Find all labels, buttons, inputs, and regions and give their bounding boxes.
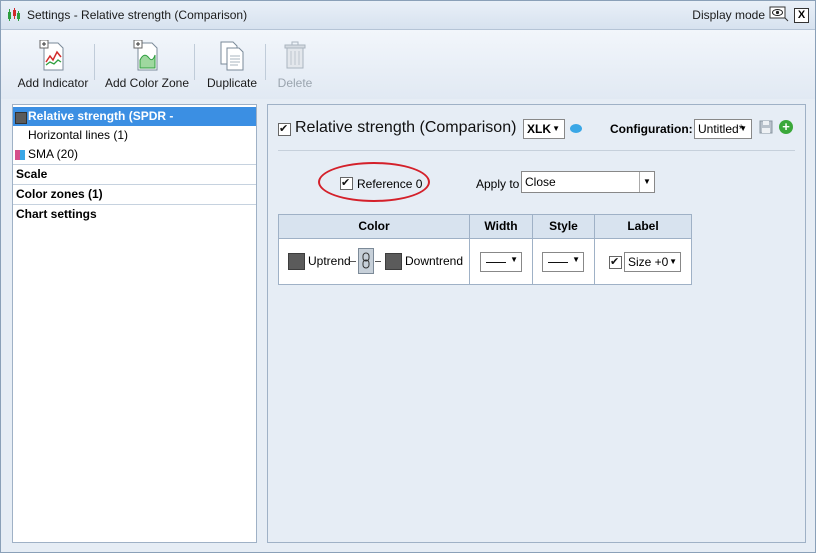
style-grid: Color Width Style Label Uptrend Downtren…	[278, 214, 692, 285]
configuration-value: Untitled*	[698, 122, 744, 136]
chevron-down-icon: ▼	[639, 172, 654, 192]
trash-icon	[284, 41, 306, 69]
line-sample	[548, 262, 568, 263]
tree-section-scale[interactable]: Scale	[13, 164, 256, 184]
chevron-down-icon: ▼	[510, 255, 518, 264]
chevron-down-icon: ▼	[552, 124, 560, 133]
style-cell: ▼	[533, 239, 595, 284]
configuration-dropdown[interactable]: Untitled* ▼	[694, 119, 752, 139]
label-cell: Size +0 ▼	[595, 239, 691, 284]
configuration-label: Configuration:	[610, 122, 693, 136]
reference-row: Reference 0	[340, 176, 423, 191]
apply-to-dropdown[interactable]: Close ▼	[521, 171, 655, 193]
tree-item-label: Horizontal lines (1)	[28, 128, 129, 142]
color-cell: Uptrend Downtrend	[279, 239, 470, 284]
connector-line	[350, 261, 356, 262]
candlestick-app-icon	[8, 8, 20, 21]
settings-tree: Relative strength (SPDR - TECHNOLOGY) Ho…	[12, 104, 257, 543]
add-color-zone-label: Add Color Zone	[104, 76, 190, 90]
chevron-down-icon: ▼	[739, 124, 747, 133]
column-header-color: Color	[279, 215, 470, 239]
section-label: Chart settings	[16, 207, 97, 221]
connector-line	[375, 261, 381, 262]
sma-color-swatch	[15, 150, 25, 160]
delete-button[interactable]: Delete	[273, 30, 317, 99]
line-style-dropdown[interactable]: ▼	[542, 252, 584, 272]
label-checkbox[interactable]	[609, 255, 622, 269]
section-label: Color zones (1)	[16, 187, 103, 201]
indicator-title: Relative strength (Comparison)	[295, 119, 517, 136]
symbol-value: XLK	[527, 122, 551, 136]
toolbar-separator	[265, 44, 266, 80]
add-color-zone-button[interactable]: Add Color Zone	[104, 30, 190, 99]
label-size-value: Size +0	[628, 255, 669, 269]
tree-item-horizontal-lines[interactable]: Horizontal lines (1)	[13, 126, 256, 145]
add-configuration-icon[interactable]: +	[779, 120, 793, 134]
apply-to-value: Close	[525, 175, 556, 189]
uptrend-color-swatch[interactable]	[288, 253, 305, 270]
tree-item-label: SMA (20)	[28, 147, 79, 161]
link-colors-button[interactable]	[358, 248, 374, 274]
duplicate-label: Duplicate	[206, 76, 258, 90]
downtrend-label: Downtrend	[405, 254, 464, 268]
eye-icon[interactable]	[769, 6, 789, 22]
column-header-style: Style	[533, 215, 595, 239]
add-color-zone-icon	[133, 40, 158, 71]
duplicate-button[interactable]: Duplicate	[204, 30, 260, 99]
add-indicator-button[interactable]: Add Indicator	[16, 30, 90, 99]
add-indicator-icon	[39, 40, 64, 71]
duplicate-icon	[220, 41, 244, 71]
reference-label: Reference 0	[357, 177, 423, 191]
comment-bubble-icon[interactable]	[570, 124, 582, 133]
column-header-label: Label	[595, 215, 691, 239]
column-header-width: Width	[470, 215, 533, 239]
divider	[278, 150, 795, 151]
series-color-swatch	[15, 112, 27, 124]
indicator-settings-panel: Relative strength (Comparison) XLK ▼ Con…	[267, 104, 806, 543]
save-icon[interactable]	[759, 120, 773, 134]
toolbar-separator	[94, 44, 95, 80]
chevron-down-icon: ▼	[572, 255, 580, 264]
title-bar: Settings - Relative strength (Comparison…	[1, 1, 815, 30]
tree-section-color-zones[interactable]: Color zones (1)	[13, 184, 256, 204]
chevron-down-icon: ▼	[669, 257, 677, 266]
window-title: Settings - Relative strength (Comparison…	[27, 8, 248, 22]
line-width-dropdown[interactable]: ▼	[480, 252, 522, 272]
settings-window: Settings - Relative strength (Comparison…	[0, 0, 816, 553]
label-size-dropdown[interactable]: Size +0 ▼	[624, 252, 681, 272]
toolbar: Add Indicator Add Color Zone Duplicate D…	[1, 30, 815, 99]
delete-label: Delete	[277, 76, 313, 90]
section-label: Scale	[16, 167, 48, 181]
apply-to-label: Apply to	[476, 177, 520, 191]
tree-section-chart-settings[interactable]: Chart settings	[13, 204, 256, 224]
tree-item-sma[interactable]: SMA (20)	[13, 145, 256, 164]
width-cell: ▼	[470, 239, 533, 284]
reference-checkbox[interactable]	[340, 176, 353, 190]
toolbar-separator	[194, 44, 195, 80]
chain-link-icon	[362, 252, 370, 269]
tree-item-relative-strength[interactable]: Relative strength (SPDR - TECHNOLOGY)	[13, 107, 256, 142]
symbol-dropdown[interactable]: XLK ▼	[523, 119, 565, 139]
close-button[interactable]: X	[794, 8, 809, 23]
indicator-enabled-checkbox[interactable]	[278, 122, 291, 136]
display-mode-label[interactable]: Display mode	[692, 8, 765, 22]
uptrend-label: Uptrend	[308, 254, 351, 268]
line-sample	[486, 262, 506, 263]
downtrend-color-swatch[interactable]	[385, 253, 402, 270]
add-indicator-label: Add Indicator	[17, 76, 89, 90]
